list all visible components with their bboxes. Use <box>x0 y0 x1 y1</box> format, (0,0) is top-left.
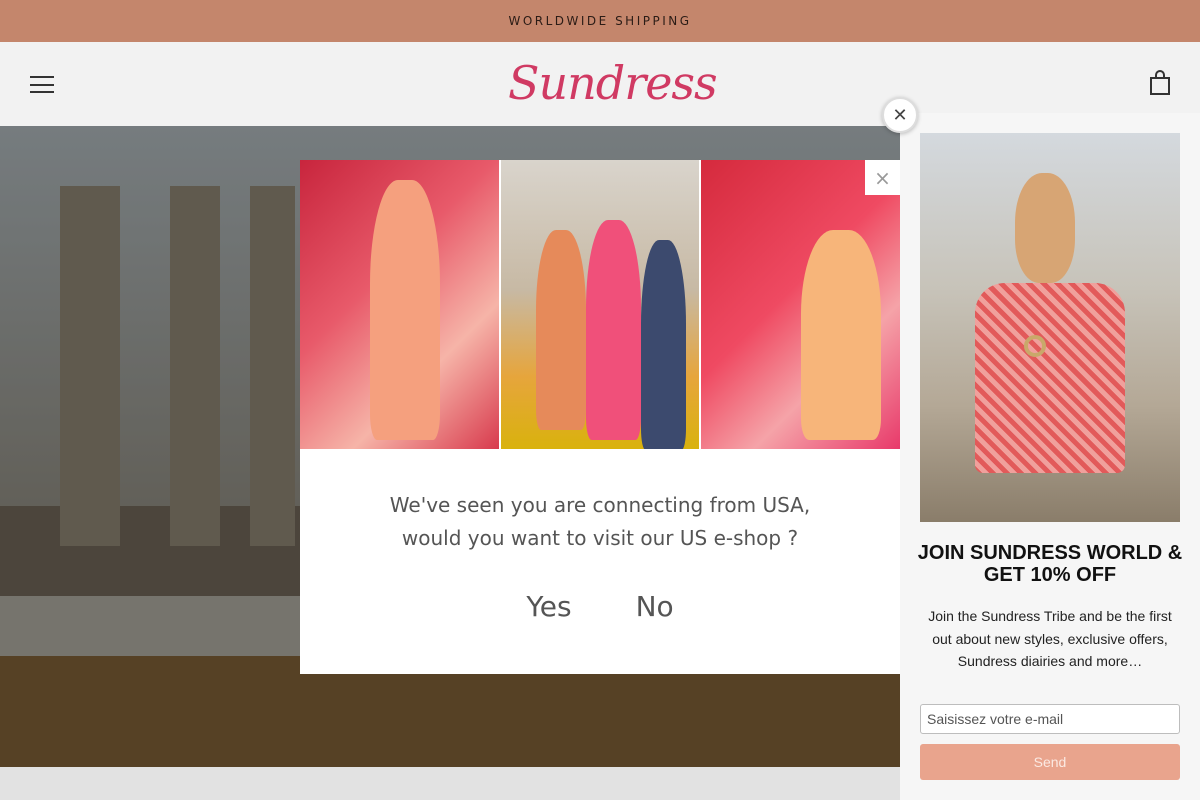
no-button[interactable]: No <box>636 590 674 623</box>
announcement-text: WORLDWIDE SHIPPING <box>508 14 692 28</box>
newsletter-photo <box>920 133 1180 522</box>
newsletter-close-button[interactable]: ✕ <box>882 97 918 133</box>
modal-banner-photos <box>300 160 901 449</box>
send-button[interactable]: Send <box>920 744 1180 780</box>
modal-close-button[interactable]: × <box>865 160 900 195</box>
banner-photo-3 <box>701 160 901 449</box>
newsletter-description: Join the Sundress Tribe and be the first… <box>928 608 1172 669</box>
logo-text: Sundress <box>508 56 718 110</box>
yes-button[interactable]: Yes <box>526 590 571 623</box>
modal-actions: Yes No <box>300 590 900 623</box>
newsletter-title: JOIN SUNDRESS WORLD & GET 10% OFF <box>917 542 1183 586</box>
newsletter-panel: JOIN SUNDRESS WORLD & GET 10% OFF Join t… <box>900 113 1200 800</box>
modal-message: We've seen you are connecting from USA, … <box>300 489 900 555</box>
banner-photo-1 <box>300 160 499 449</box>
modal-message-line1: We've seen you are connecting from USA, <box>389 493 811 517</box>
banner-photo-2 <box>500 160 700 449</box>
modal-message-line2: would you want to visit our US e-shop ? <box>401 526 799 550</box>
geo-redirect-modal: × We've seen you are connecting from USA… <box>300 160 901 674</box>
announcement-bar: WORLDWIDE SHIPPING <box>0 0 1200 42</box>
sundress-logo[interactable]: Sundress <box>500 54 718 116</box>
email-input[interactable] <box>920 704 1180 734</box>
hamburger-menu-icon[interactable] <box>30 76 54 93</box>
shopping-bag-icon[interactable] <box>1148 70 1172 96</box>
